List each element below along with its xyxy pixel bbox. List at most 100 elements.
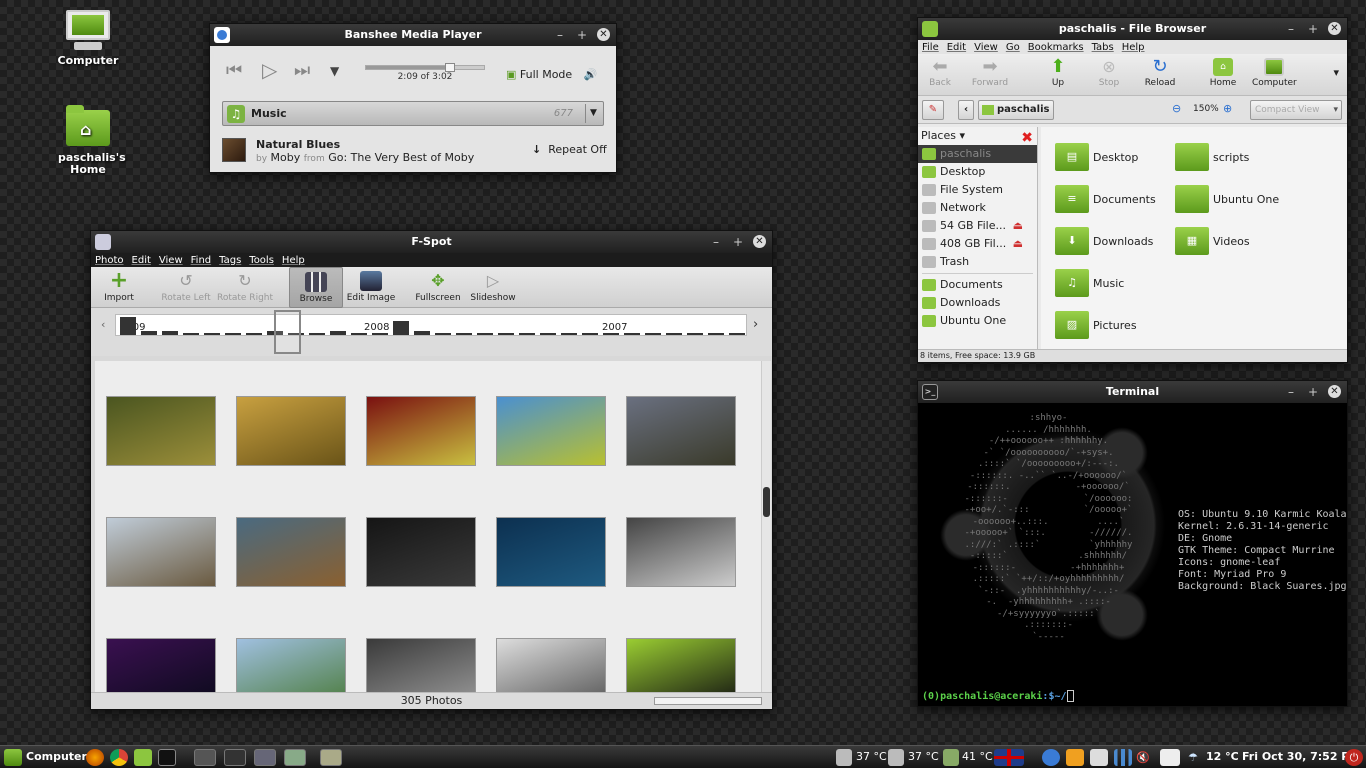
volume-icon[interactable]: 🔊 <box>584 68 598 81</box>
terminal-icon[interactable] <box>158 749 176 766</box>
zoom-out-icon[interactable]: ⊖ <box>1172 102 1181 115</box>
menu-view[interactable]: View <box>974 42 998 53</box>
taskbar-terminal[interactable] <box>224 749 246 766</box>
photo-thumbnail[interactable] <box>366 396 476 466</box>
close-button[interactable]: ✕ <box>1328 22 1341 35</box>
terminal-titlebar[interactable]: >_ Terminal – + ✕ <box>918 381 1347 403</box>
shell-prompt[interactable]: (0)paschalis@aceraki:$~/ <box>922 690 1074 702</box>
photo-thumbnail[interactable] <box>366 638 476 694</box>
banshee-tray-icon[interactable] <box>1042 749 1060 766</box>
album-cover[interactable] <box>222 138 246 162</box>
eject-icon[interactable]: ⏏ <box>1013 217 1023 235</box>
photo-thumbnail[interactable] <box>236 638 346 694</box>
photo-thumbnail[interactable] <box>496 517 606 587</box>
photo-thumbnail[interactable] <box>106 517 216 587</box>
timeline-right-arrow[interactable]: › <box>753 317 758 332</box>
repeat-button[interactable]: ↓ Repeat Off <box>532 143 607 156</box>
minimize-button[interactable]: – <box>1284 381 1298 403</box>
firefox-icon[interactable] <box>86 749 104 766</box>
taskbar-banshee[interactable] <box>194 749 216 766</box>
maximize-button[interactable]: + <box>1306 381 1320 403</box>
chevron-down-icon[interactable]: ▼ <box>330 64 339 78</box>
volume-muted-icon[interactable]: 🔇 <box>1136 749 1154 766</box>
menu-tabs[interactable]: Tabs <box>1092 42 1114 53</box>
browse-button[interactable]: Browse <box>289 267 343 308</box>
menu-file[interactable]: File <box>922 42 939 53</box>
menu-tags[interactable]: Tags <box>219 255 241 266</box>
banshee-titlebar[interactable]: Banshee Media Player – + ✕ <box>210 24 616 46</box>
menu-tools[interactable]: Tools <box>249 255 274 266</box>
reload-button[interactable]: ↻ Reload <box>1138 54 1182 89</box>
play-icon[interactable]: ▷ <box>262 58 277 82</box>
photo-thumbnail[interactable] <box>236 517 346 587</box>
edit-image-button[interactable]: Edit Image <box>345 267 397 308</box>
bookmark-downloads[interactable]: Downloads <box>918 294 1037 312</box>
sidebar-item-home[interactable]: paschalis <box>918 145 1037 163</box>
terminal-body[interactable]: :shhyo-...... /hhhhhhh. -/++oooooo++ :hhh… <box>918 403 1347 706</box>
fspot-titlebar[interactable]: F-Spot – + ✕ <box>91 231 772 253</box>
menu-edit[interactable]: Edit <box>947 42 966 53</box>
menu-view[interactable]: View <box>159 255 183 266</box>
menu-edit[interactable]: Edit <box>132 255 151 266</box>
maximize-button[interactable]: + <box>575 24 589 46</box>
photo-thumbnail[interactable] <box>236 396 346 466</box>
photo-thumbnail[interactable] <box>496 638 606 694</box>
timeline-left-arrow[interactable]: ‹ <box>101 318 105 331</box>
taskbar-file-browser[interactable] <box>284 749 306 766</box>
close-button[interactable]: ✕ <box>753 235 766 248</box>
minimize-button[interactable]: – <box>1284 18 1298 40</box>
seek-slider[interactable] <box>365 63 485 72</box>
close-button[interactable]: ✕ <box>597 28 610 41</box>
tools-icon[interactable] <box>1066 749 1084 766</box>
menu-help[interactable]: Help <box>282 255 305 266</box>
zoom-in-icon[interactable]: ⊕ <box>1223 102 1232 115</box>
file-browser-titlebar[interactable]: paschalis - File Browser – + ✕ <box>918 18 1347 40</box>
power-icon[interactable]: ⏻ <box>1345 749 1363 766</box>
sidebar-item-filesystem[interactable]: File System <box>918 181 1037 199</box>
slideshow-button[interactable]: ▷ Slideshow <box>467 267 519 308</box>
sidebar-item-volume-408gb[interactable]: 408 GB Fil... ⏏ <box>918 235 1037 253</box>
timeline[interactable]: ‹ 2009 2008 2007 › <box>91 308 772 356</box>
timeline-strip[interactable]: 2009 2008 2007 <box>115 314 747 336</box>
sidebar-item-desktop[interactable]: Desktop <box>918 163 1037 181</box>
back-button[interactable]: ⬅ Back <box>918 54 962 89</box>
photo-thumbnail[interactable] <box>626 396 736 466</box>
timeline-selection[interactable] <box>274 310 301 354</box>
zoom-slider[interactable] <box>654 697 762 705</box>
eject-icon[interactable]: ⏏ <box>1013 235 1023 253</box>
menu-bookmarks[interactable]: Bookmarks <box>1028 42 1084 53</box>
desktop-icon-computer[interactable]: Computer <box>46 8 130 67</box>
sidebar-item-network[interactable]: Network <box>918 199 1037 217</box>
uk-flag-icon[interactable] <box>994 749 1024 766</box>
photo-thumbnail[interactable] <box>626 517 736 587</box>
import-button[interactable]: + Import <box>99 267 139 308</box>
photo-thumbnail[interactable] <box>106 638 216 694</box>
toolbar-overflow-icon[interactable]: ▾ <box>1333 66 1339 79</box>
photo-thumbnail[interactable] <box>496 396 606 466</box>
minimize-button[interactable]: – <box>553 24 567 46</box>
drive-tray-icon[interactable] <box>1090 749 1108 766</box>
taskbar-fspot[interactable] <box>254 749 276 766</box>
rotate-right-button[interactable]: ↻ Rotate Right <box>215 267 275 308</box>
forward-button[interactable]: ➡ Forward <box>968 54 1012 89</box>
menu-photo[interactable]: Photo <box>95 255 124 266</box>
places-header[interactable]: Places ▾ ✖ <box>918 127 1037 146</box>
sidebar-item-trash[interactable]: Trash <box>918 253 1037 271</box>
clock[interactable]: Fri Oct 30, 7:52 PM <box>1242 746 1360 768</box>
photo-thumbnail[interactable] <box>366 517 476 587</box>
chrome-icon[interactable] <box>110 749 128 766</box>
mail-icon[interactable] <box>1160 749 1180 766</box>
close-button[interactable]: ✕ <box>1328 385 1341 398</box>
menu-find[interactable]: Find <box>191 255 212 266</box>
path-back-button[interactable]: ‹ <box>958 100 974 120</box>
photo-thumbnail[interactable] <box>106 396 216 466</box>
source-combo[interactable]: ♫ Music 677 ▼ <box>222 101 604 126</box>
desktop-icon-home[interactable]: ⌂ paschalis's Home <box>46 105 130 176</box>
computer-button[interactable]: Computer <box>1252 54 1297 88</box>
full-mode-button[interactable]: ▣ Full Mode 🔊 <box>506 68 597 81</box>
home-folder-icon[interactable] <box>134 749 152 766</box>
photo-scrollbar[interactable] <box>761 361 771 694</box>
network-signal-icon[interactable] <box>1114 749 1132 766</box>
path-button-home[interactable]: paschalis <box>978 100 1055 120</box>
computer-menu-button[interactable]: Computer <box>4 746 87 768</box>
